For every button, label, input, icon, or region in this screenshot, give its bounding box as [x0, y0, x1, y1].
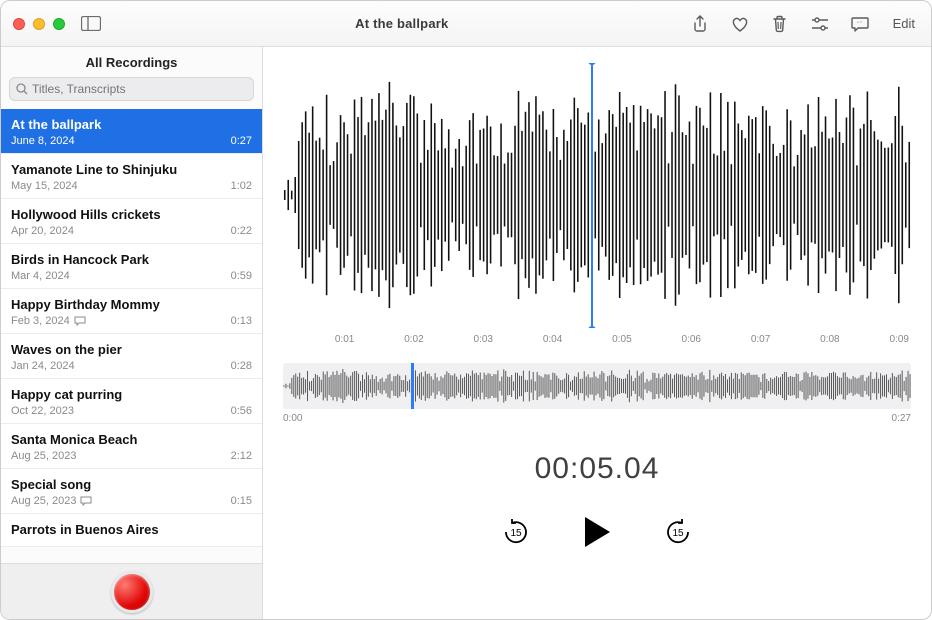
recording-item[interactable]: Santa Monica Beach Aug 25, 2023 2:12 — [1, 424, 262, 469]
timeline-tick: 0:01 — [335, 334, 354, 345]
timeline-tick: 0:07 — [751, 334, 770, 345]
timecode-display: 00:05.04 — [283, 452, 911, 486]
overview-end-time: 0:27 — [892, 413, 911, 424]
timeline-tick: 0:02 — [404, 334, 423, 345]
recordings-list[interactable]: At the ballpark June 8, 2024 0:27 Yamanote … — [1, 109, 262, 563]
delete-button[interactable] — [769, 13, 791, 35]
overview-playhead[interactable] — [411, 363, 414, 409]
search-icon — [16, 83, 28, 95]
recording-title: Special song — [11, 477, 252, 492]
timeline-tick: 0:08 — [820, 334, 839, 345]
svg-text:15: 15 — [510, 528, 522, 539]
recording-date: Apr 20, 2024 — [11, 225, 74, 237]
window-controls — [13, 18, 65, 30]
favorite-button[interactable] — [729, 13, 751, 35]
zoom-window-button[interactable] — [53, 18, 65, 30]
search-field[interactable] — [9, 77, 254, 101]
skip-forward-button[interactable]: 15 — [660, 514, 696, 550]
recording-title: Happy Birthday Mommy — [11, 297, 252, 312]
close-window-button[interactable] — [13, 18, 25, 30]
recording-duration: 0:22 — [231, 225, 252, 237]
transcript-button[interactable]: “ ” — [849, 13, 871, 35]
recording-item[interactable]: Happy cat purring Oct 22, 2023 0:56 — [1, 379, 262, 424]
search-input[interactable] — [32, 82, 247, 96]
playhead[interactable] — [591, 63, 593, 328]
recording-duration: 0:28 — [231, 360, 252, 372]
recording-date: Aug 25, 2023 — [11, 450, 76, 462]
recording-duration: 2:12 — [231, 450, 252, 462]
recording-item[interactable]: Waves on the pier Jan 24, 2024 0:28 — [1, 334, 262, 379]
play-button[interactable] — [582, 515, 612, 549]
recording-title: Yamanote Line to Shinjuku — [11, 162, 252, 177]
recording-date: Aug 25, 2023 — [11, 495, 92, 507]
recording-duration: 0:56 — [231, 405, 252, 417]
recording-item[interactable]: Happy Birthday Mommy Feb 3, 2024 0:13 — [1, 289, 262, 334]
toolbar-right: “ ” Edit — [689, 13, 919, 35]
timeline-tick: 0:04 — [543, 334, 562, 345]
recording-date: Oct 22, 2023 — [11, 405, 74, 417]
recording-date: Jan 24, 2024 — [11, 360, 75, 372]
waveform-overview[interactable]: 0:00 0:27 — [283, 363, 911, 424]
titlebar: At the ballpark “ ” Edit — [1, 1, 931, 47]
timeline-tick: 0:06 — [682, 334, 701, 345]
transcript-badge-icon — [80, 496, 92, 507]
recording-duration: 0:15 — [231, 495, 252, 507]
sidebar-toggle-button[interactable] — [77, 13, 105, 35]
sidebar-header: All Recordings — [1, 47, 262, 77]
timeline-tick: 0:09 — [889, 334, 908, 345]
waveform-detail[interactable] — [283, 63, 911, 328]
recording-title: At the ballpark — [11, 117, 252, 132]
recording-duration: 1:02 — [231, 180, 252, 192]
transcript-badge-icon — [74, 316, 86, 327]
recording-item[interactable]: Special song Aug 25, 2023 0:15 — [1, 469, 262, 514]
playback-controls: 15 15 — [283, 514, 911, 550]
record-button[interactable] — [111, 571, 153, 613]
timeline-tick: 0:03 — [474, 334, 493, 345]
recording-date: June 8, 2024 — [11, 135, 75, 147]
recording-date: Feb 3, 2024 — [11, 315, 86, 327]
recording-title: Birds in Hancock Park — [11, 252, 252, 267]
settings-sliders-button[interactable] — [809, 13, 831, 35]
recording-item[interactable]: Yamanote Line to Shinjuku May 15, 2024 1:0… — [1, 154, 262, 199]
recording-item[interactable]: Parrots in Buenos Aires — [1, 514, 262, 547]
main-panel: 0:01 0:02 0:03 0:04 0:05 0:06 0:07 0:08 0:09 0:0… — [263, 47, 931, 619]
svg-text:“ ”: “ ” — [857, 21, 862, 27]
recording-title: Happy cat purring — [11, 387, 252, 402]
recording-date: May 15, 2024 — [11, 180, 78, 192]
share-button[interactable] — [689, 13, 711, 35]
recording-title: Parrots in Buenos Aires — [11, 522, 252, 537]
recording-title: Waves on the pier — [11, 342, 252, 357]
recording-date: Mar 4, 2024 — [11, 270, 70, 282]
record-bar — [1, 563, 262, 619]
skip-back-button[interactable]: 15 — [498, 514, 534, 550]
edit-button[interactable]: Edit — [889, 16, 919, 31]
recording-title: Hollywood Hills crickets — [11, 207, 252, 222]
recording-duration: 0:27 — [231, 135, 252, 147]
recording-duration: 0:59 — [231, 270, 252, 282]
recording-title: Santa Monica Beach — [11, 432, 252, 447]
recording-item[interactable]: At the ballpark June 8, 2024 0:27 — [1, 109, 262, 154]
recording-duration: 0:13 — [231, 315, 252, 327]
svg-text:15: 15 — [672, 528, 684, 539]
overview-start-time: 0:00 — [283, 413, 302, 424]
sidebar: All Recordings At the ballpark June 8, 20… — [1, 47, 263, 619]
app-window: At the ballpark “ ” Edit All Recordings — [0, 0, 932, 620]
minimize-window-button[interactable] — [33, 18, 45, 30]
window-title: At the ballpark — [115, 16, 689, 31]
recording-item[interactable]: Hollywood Hills crickets Apr 20, 2024 0:22 — [1, 199, 262, 244]
timeline-tick: 0:05 — [612, 334, 631, 345]
timeline-ruler: 0:01 0:02 0:03 0:04 0:05 0:06 0:07 0:08 0:09 — [285, 334, 909, 345]
recording-item[interactable]: Birds in Hancock Park Mar 4, 2024 0:59 — [1, 244, 262, 289]
